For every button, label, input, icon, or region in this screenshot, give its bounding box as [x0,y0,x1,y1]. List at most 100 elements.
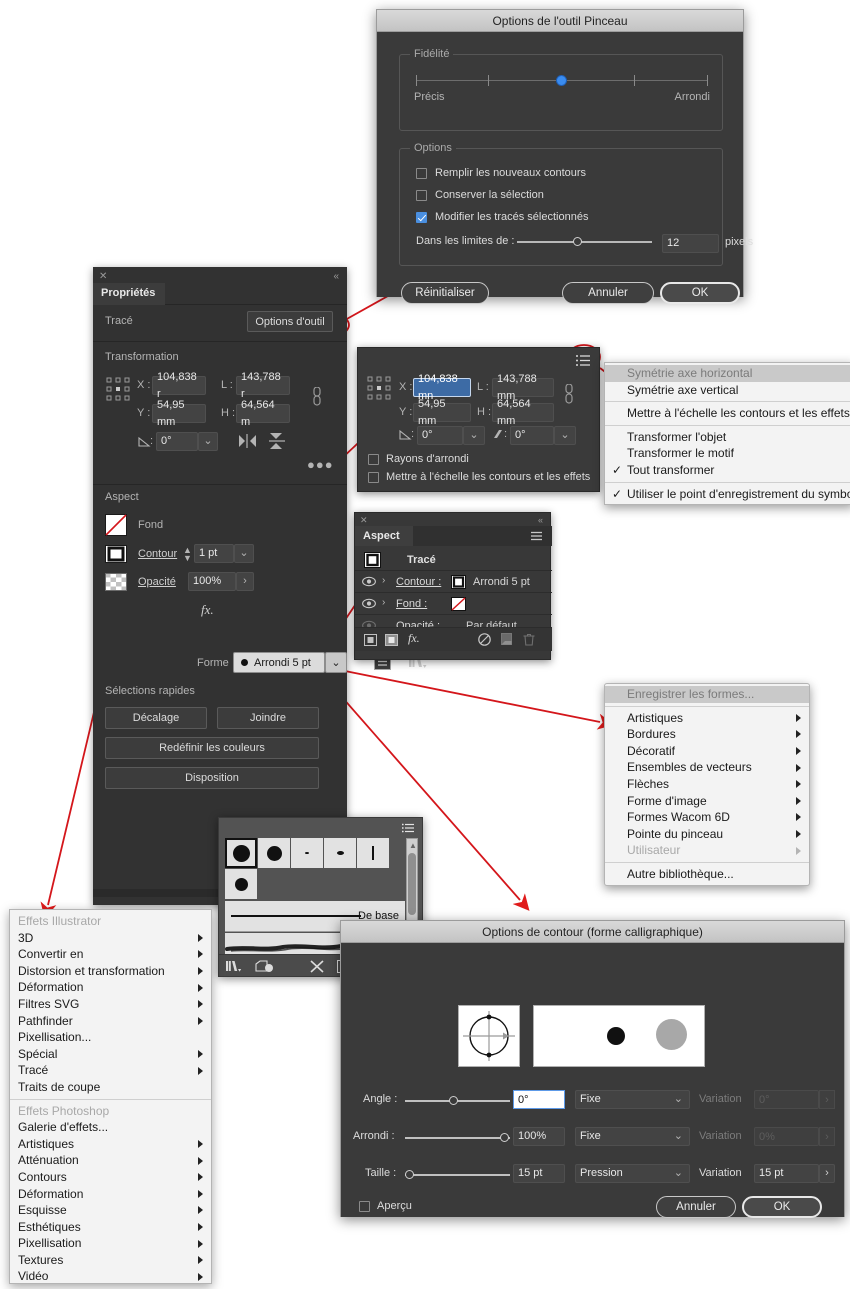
collapse-icon[interactable]: « [333,271,339,282]
eye-visibility-icon[interactable] [362,598,376,609]
panel-menu-icon[interactable] [530,531,543,541]
size-mode-select[interactable]: Pression ⌄ [575,1164,690,1183]
appearance-row-stroke[interactable]: › Contour : Arrondi 5 pt [355,571,552,593]
cancel-button[interactable]: Annuler [656,1196,736,1218]
checkbox-box[interactable] [416,167,427,179]
effects-photoshop-item-3[interactable]: Contours [10,1169,211,1186]
brush-library-item-0[interactable]: Artistiques [605,710,809,727]
reset-button[interactable]: Réinitialiser [401,282,489,304]
checkbox-scale-strokes-effects[interactable]: Mettre à l'échelle les contours et les e… [368,471,590,483]
panel-menu-icon[interactable] [576,354,591,367]
tab-appearance[interactable]: Aspect [355,526,413,546]
brush-library-item-2[interactable]: Décoratif [605,743,809,760]
link-broken-icon[interactable] [561,384,577,406]
effects-photoshop-item-9[interactable]: Vidéo [10,1268,211,1283]
checkbox-box[interactable] [416,211,427,223]
effects-illustrator-item-9[interactable]: Traits de coupe [10,1079,211,1096]
chevron-right-icon[interactable]: › [382,597,385,608]
libraries-icon[interactable] [255,960,274,974]
effects-illustrator-item-2[interactable]: Distorsion et transformation [10,963,211,980]
reference-point-icon[interactable] [106,377,132,403]
quick-action-offset[interactable]: Décalage [105,707,207,729]
flip-vertical-icon[interactable] [268,433,286,449]
height-input[interactable]: 64,564 mm [492,398,554,427]
scroll-up-icon[interactable]: ▲ [409,841,417,850]
delete-item-icon[interactable] [523,633,535,646]
menu-header-save-brushes[interactable]: Enregistrer les formes... [605,686,809,703]
effects-illustrator-item-3[interactable]: Déformation [10,979,211,996]
scrollbar-thumb[interactable] [408,853,416,915]
fx-icon[interactable]: fx. [408,631,420,646]
checkbox-keep-selected[interactable]: Conserver la sélection [416,189,544,201]
effects-photoshop-item-6[interactable]: Esthétiques [10,1219,211,1236]
fidelity-slider-handle[interactable] [556,75,567,86]
angle-dial-preview[interactable] [458,1005,520,1067]
checkbox-box[interactable] [368,471,379,483]
within-slider-handle[interactable] [573,237,582,246]
effects-photoshop-item-5[interactable]: Esquisse [10,1202,211,1219]
reference-point-icon[interactable] [367,376,393,402]
preview-checkbox[interactable]: Aperçu [359,1200,412,1212]
size-variation-expand[interactable]: › [819,1164,835,1183]
quick-action-arrange[interactable]: Disposition [105,767,319,789]
brush-swatch-round-dot-large[interactable] [225,838,257,868]
fill-swatch-none-icon[interactable] [105,514,127,536]
close-icon[interactable]: ✕ [99,271,107,282]
size-slider-track[interactable] [405,1174,510,1176]
panel-menu-icon[interactable] [402,823,415,834]
width-input[interactable]: 143,788 mm [492,373,554,402]
roundness-slider-handle[interactable] [500,1133,509,1142]
effects-illustrator-item-0[interactable]: 3D [10,930,211,947]
checkbox-box[interactable] [359,1200,370,1212]
effects-illustrator-item-6[interactable]: Pixellisation... [10,1029,211,1046]
effects-illustrator-item-5[interactable]: Pathfinder [10,1013,211,1030]
angle-input[interactable]: 0° [417,426,463,445]
collapse-icon[interactable]: « [538,515,543,525]
appearance-row-fill[interactable]: › Fond : [355,593,552,615]
shear-input[interactable]: 0° [510,426,554,445]
fill-none-swatch-icon[interactable] [451,597,466,611]
opacity-expand[interactable]: › [236,572,254,591]
roundness-slider-track[interactable] [405,1137,510,1139]
effects-photoshop-item-4[interactable]: Déformation [10,1186,211,1203]
effects-illustrator-item-7[interactable]: Spécial [10,1046,211,1063]
brush-swatch-tiny-speck[interactable] [291,838,323,868]
transform-more-options-ellipsis[interactable]: ●●● [307,457,334,472]
checkbox-fill-new-strokes[interactable]: Remplir les nouveaux contours [416,167,586,179]
brush-library-item-1[interactable]: Bordures [605,726,809,743]
transform-menu-item-3[interactable]: Transformer l'objet [605,429,850,446]
menu-item-other-library[interactable]: Autre bibliothèque... [605,866,809,883]
eye-visibility-icon[interactable] [362,576,376,587]
y-input[interactable]: 54,95 mm [413,398,471,427]
width-input[interactable]: 143,788 r [236,371,290,400]
angle-dropdown[interactable]: ⌄ [198,432,218,451]
roundness-input[interactable]: 100% [513,1127,565,1146]
chevron-right-icon[interactable]: › [382,575,385,586]
brush-swatch-thin-line[interactable] [357,838,389,868]
effects-illustrator-item-4[interactable]: Filtres SVG [10,996,211,1013]
effects-photoshop-item-0[interactable]: Galerie d'effets... [10,1119,211,1136]
stroke-weight-input[interactable]: 1 pt [194,544,234,563]
brush-library-item-5[interactable]: Forme d'image [605,793,809,810]
effects-illustrator-item-8[interactable]: Tracé [10,1062,211,1079]
within-value-input[interactable]: 12 [662,234,719,253]
brush-dropdown-chevron-icon[interactable]: ⌄ [325,652,347,673]
flip-horizontal-icon[interactable] [239,433,257,449]
within-slider-track[interactable] [517,241,652,243]
angle-input[interactable]: 0° [156,432,198,451]
effects-photoshop-item-7[interactable]: Pixellisation [10,1235,211,1252]
quick-action-recolor[interactable]: Redéfinir les couleurs [105,737,319,759]
size-variation-input[interactable]: 15 pt [754,1164,819,1183]
checkbox-box[interactable] [368,453,379,465]
add-new-fill-icon[interactable] [385,634,398,646]
effects-photoshop-item-1[interactable]: Artistiques [10,1136,211,1153]
add-new-stroke-icon[interactable] [364,634,377,646]
size-input[interactable]: 15 pt [513,1164,565,1183]
brush-swatch-small-speck[interactable] [324,838,356,868]
brush-library-item-7[interactable]: Pointe du pinceau [605,826,809,843]
y-input[interactable]: 54,95 mm [152,399,206,428]
angle-input[interactable]: 0° [513,1090,565,1109]
stroke-swatch-icon[interactable] [105,545,127,563]
effects-photoshop-item-8[interactable]: Textures [10,1252,211,1269]
brush-libraries-icon[interactable] [225,960,244,974]
